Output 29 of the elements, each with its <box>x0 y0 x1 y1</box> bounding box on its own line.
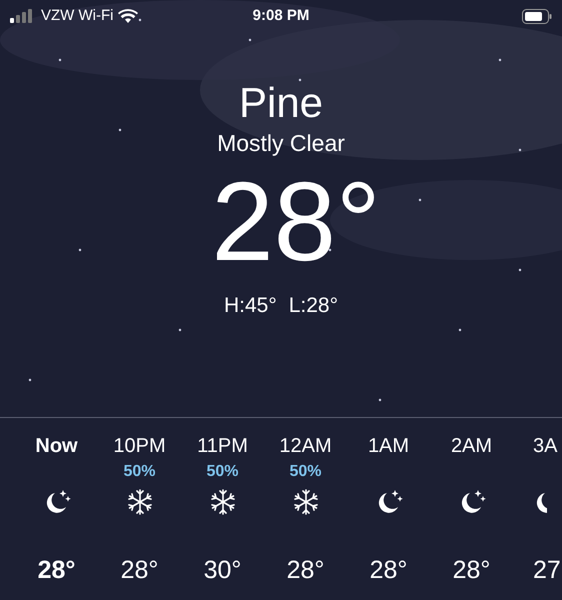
snowflake-icon <box>210 488 236 514</box>
precipitation-chance: 50% <box>206 462 239 480</box>
hour-label: Now <box>35 434 78 458</box>
low-temperature: L:28° <box>288 293 338 319</box>
hour-temperature: 28° <box>452 554 490 586</box>
location-name: Pine <box>238 78 324 128</box>
hour-label: 1AM <box>368 434 410 458</box>
carrier-label: VZW Wi-Fi <box>41 6 114 26</box>
hour-temperature: 28° <box>120 554 158 586</box>
hour-label: 12AM <box>279 434 332 458</box>
precipitation-chance: 50% <box>123 462 156 480</box>
current-temperature: 28° <box>210 158 381 286</box>
hour-label: 11PM <box>197 434 248 458</box>
snowflake-icon <box>292 488 318 514</box>
hour-label: 2AM <box>450 434 492 458</box>
snowflake-icon <box>126 488 152 514</box>
hour-temperature: 28° <box>38 554 76 586</box>
battery-icon <box>522 8 552 24</box>
hour-temperature: 27 <box>533 554 561 586</box>
status-time: 9:08 PM <box>252 6 310 26</box>
hour-temperature: 30° <box>204 554 242 586</box>
hour-temperature: 28° <box>370 554 408 586</box>
wifi-icon <box>118 8 138 24</box>
hour-temperature: 28° <box>286 554 324 586</box>
hour-label: 10PM <box>113 434 166 458</box>
precipitation-chance: 50% <box>289 462 322 480</box>
hour-label: 3A <box>533 434 558 458</box>
condition-label: Mostly Clear <box>217 129 345 158</box>
high-temperature: H:45° <box>224 293 277 319</box>
